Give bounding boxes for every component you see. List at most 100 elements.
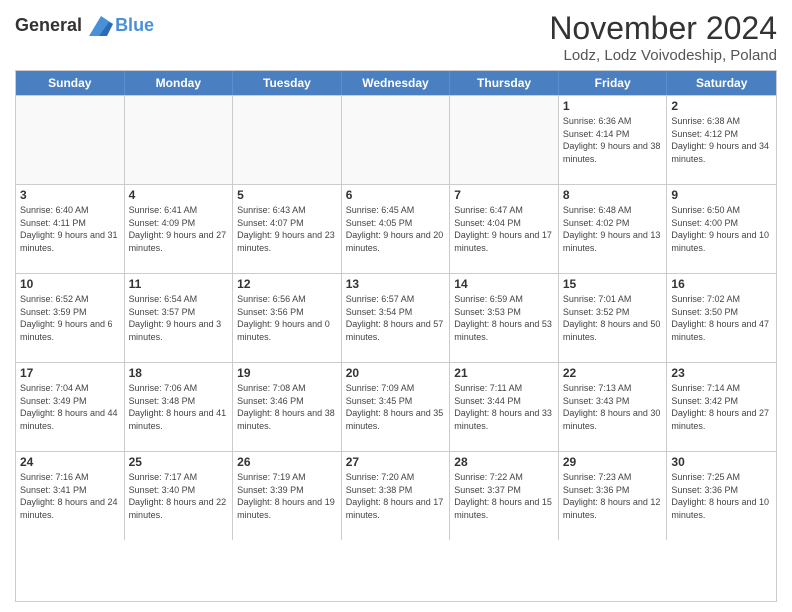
day-info: Sunrise: 6:38 AMSunset: 4:12 PMDaylight:… xyxy=(671,115,772,165)
day-info: Sunrise: 7:02 AMSunset: 3:50 PMDaylight:… xyxy=(671,293,772,343)
calendar-body: 1 Sunrise: 6:36 AMSunset: 4:14 PMDaylight… xyxy=(16,95,776,540)
calendar-cell: 27 Sunrise: 7:20 AMSunset: 3:38 PMDayligh… xyxy=(342,452,451,540)
day-info: Sunrise: 6:41 AMSunset: 4:09 PMDaylight:… xyxy=(129,204,229,254)
page-subtitle: Lodz, Lodz Voivodeship, Poland xyxy=(549,47,777,64)
calendar-cell: 17 Sunrise: 7:04 AMSunset: 3:49 PMDayligh… xyxy=(16,363,125,451)
logo-general: General xyxy=(15,15,82,35)
day-of-week-thursday: Thursday xyxy=(450,71,559,95)
day-number: 14 xyxy=(454,277,554,291)
day-info: Sunrise: 6:54 AMSunset: 3:57 PMDaylight:… xyxy=(129,293,229,343)
calendar-cell xyxy=(233,96,342,184)
day-of-week-saturday: Saturday xyxy=(667,71,776,95)
day-number: 25 xyxy=(129,455,229,469)
calendar-cell: 29 Sunrise: 7:23 AMSunset: 3:36 PMDayligh… xyxy=(559,452,668,540)
day-info: Sunrise: 7:06 AMSunset: 3:48 PMDaylight:… xyxy=(129,382,229,432)
day-number: 13 xyxy=(346,277,446,291)
calendar-cell: 4 Sunrise: 6:41 AMSunset: 4:09 PMDaylight… xyxy=(125,185,234,273)
calendar-cell: 1 Sunrise: 6:36 AMSunset: 4:14 PMDaylight… xyxy=(559,96,668,184)
calendar-cell: 18Sunrise: 7:06 AMSunset: 3:48 PMDayligh… xyxy=(125,363,234,451)
day-info: Sunrise: 7:14 AMSunset: 3:42 PMDaylight:… xyxy=(671,382,772,432)
calendar-cell: 12 Sunrise: 6:56 AMSunset: 3:56 PMDayligh… xyxy=(233,274,342,362)
day-info: Sunrise: 7:09 AMSunset: 3:45 PMDaylight:… xyxy=(346,382,446,432)
day-info: Sunrise: 6:48 AMSunset: 4:02 PMDaylight:… xyxy=(563,204,663,254)
calendar-cell: 9 Sunrise: 6:50 AMSunset: 4:00 PMDaylight… xyxy=(667,185,776,273)
day-number: 3 xyxy=(20,188,120,202)
calendar-cell xyxy=(16,96,125,184)
day-number: 17 xyxy=(20,366,120,380)
calendar-cell: 11 Sunrise: 6:54 AMSunset: 3:57 PMDayligh… xyxy=(125,274,234,362)
header: General Blue November 2024 Lodz, Lodz Vo… xyxy=(15,10,777,64)
day-info: Sunrise: 7:25 AMSunset: 3:36 PMDaylight:… xyxy=(671,471,772,521)
day-number: 27 xyxy=(346,455,446,469)
calendar-cell: 10Sunrise: 6:52 AMSunset: 3:59 PMDayligh… xyxy=(16,274,125,362)
day-number: 10 xyxy=(20,277,120,291)
calendar-cell: 15 Sunrise: 7:01 AMSunset: 3:52 PMDayligh… xyxy=(559,274,668,362)
day-info: Sunrise: 7:23 AMSunset: 3:36 PMDaylight:… xyxy=(563,471,663,521)
logo: General Blue xyxy=(15,14,154,38)
day-number: 7 xyxy=(454,188,554,202)
day-number: 6 xyxy=(346,188,446,202)
day-number: 8 xyxy=(563,188,663,202)
calendar-cell: 19 Sunrise: 7:08 AMSunset: 3:46 PMDayligh… xyxy=(233,363,342,451)
calendar-cell: 5 Sunrise: 6:43 AMSunset: 4:07 PMDaylight… xyxy=(233,185,342,273)
day-info: Sunrise: 7:11 AMSunset: 3:44 PMDaylight:… xyxy=(454,382,554,432)
calendar-cell xyxy=(450,96,559,184)
calendar-cell xyxy=(342,96,451,184)
day-of-week-monday: Monday xyxy=(125,71,234,95)
calendar-cell: 21Sunrise: 7:11 AMSunset: 3:44 PMDayligh… xyxy=(450,363,559,451)
calendar-cell: 28Sunrise: 7:22 AMSunset: 3:37 PMDayligh… xyxy=(450,452,559,540)
day-info: Sunrise: 6:59 AMSunset: 3:53 PMDaylight:… xyxy=(454,293,554,343)
day-info: Sunrise: 7:19 AMSunset: 3:39 PMDaylight:… xyxy=(237,471,337,521)
calendar-cell: 14 Sunrise: 6:59 AMSunset: 3:53 PMDayligh… xyxy=(450,274,559,362)
calendar-header: SundayMondayTuesdayWednesdayThursdayFrid… xyxy=(16,71,776,95)
day-number: 19 xyxy=(237,366,337,380)
title-section: November 2024 Lodz, Lodz Voivodeship, Po… xyxy=(549,10,777,64)
calendar-cell: 7 Sunrise: 6:47 AMSunset: 4:04 PMDaylight… xyxy=(450,185,559,273)
calendar-week-1: 1 Sunrise: 6:36 AMSunset: 4:14 PMDaylight… xyxy=(16,95,776,184)
day-number: 22 xyxy=(563,366,663,380)
calendar-cell: 24Sunrise: 7:16 AMSunset: 3:41 PMDayligh… xyxy=(16,452,125,540)
day-info: Sunrise: 7:20 AMSunset: 3:38 PMDaylight:… xyxy=(346,471,446,521)
calendar-cell: 16 Sunrise: 7:02 AMSunset: 3:50 PMDayligh… xyxy=(667,274,776,362)
calendar-cell xyxy=(125,96,234,184)
day-info: Sunrise: 7:08 AMSunset: 3:46 PMDaylight:… xyxy=(237,382,337,432)
day-number: 4 xyxy=(129,188,229,202)
day-number: 2 xyxy=(671,99,772,113)
calendar-cell: 13 Sunrise: 6:57 AMSunset: 3:54 PMDayligh… xyxy=(342,274,451,362)
calendar-cell: 2 Sunrise: 6:38 AMSunset: 4:12 PMDaylight… xyxy=(667,96,776,184)
calendar: SundayMondayTuesdayWednesdayThursdayFrid… xyxy=(15,70,777,602)
day-number: 16 xyxy=(671,277,772,291)
day-number: 15 xyxy=(563,277,663,291)
calendar-cell: 26 Sunrise: 7:19 AMSunset: 3:39 PMDayligh… xyxy=(233,452,342,540)
day-info: Sunrise: 7:01 AMSunset: 3:52 PMDaylight:… xyxy=(563,293,663,343)
day-number: 5 xyxy=(237,188,337,202)
day-number: 29 xyxy=(563,455,663,469)
day-number: 11 xyxy=(129,277,229,291)
day-info: Sunrise: 7:16 AMSunset: 3:41 PMDaylight:… xyxy=(20,471,120,521)
calendar-cell: 23Sunrise: 7:14 AMSunset: 3:42 PMDayligh… xyxy=(667,363,776,451)
calendar-week-3: 10Sunrise: 6:52 AMSunset: 3:59 PMDayligh… xyxy=(16,273,776,362)
day-info: Sunrise: 6:50 AMSunset: 4:00 PMDaylight:… xyxy=(671,204,772,254)
day-of-week-tuesday: Tuesday xyxy=(233,71,342,95)
day-info: Sunrise: 7:22 AMSunset: 3:37 PMDaylight:… xyxy=(454,471,554,521)
calendar-cell: 3 Sunrise: 6:40 AMSunset: 4:11 PMDaylight… xyxy=(16,185,125,273)
day-info: Sunrise: 7:04 AMSunset: 3:49 PMDaylight:… xyxy=(20,382,120,432)
day-info: Sunrise: 6:47 AMSunset: 4:04 PMDaylight:… xyxy=(454,204,554,254)
day-info: Sunrise: 6:43 AMSunset: 4:07 PMDaylight:… xyxy=(237,204,337,254)
day-of-week-sunday: Sunday xyxy=(16,71,125,95)
page: General Blue November 2024 Lodz, Lodz Vo… xyxy=(0,0,792,612)
calendar-cell: 22Sunrise: 7:13 AMSunset: 3:43 PMDayligh… xyxy=(559,363,668,451)
day-number: 1 xyxy=(563,99,663,113)
calendar-cell: 8 Sunrise: 6:48 AMSunset: 4:02 PMDaylight… xyxy=(559,185,668,273)
day-info: Sunrise: 6:45 AMSunset: 4:05 PMDaylight:… xyxy=(346,204,446,254)
day-info: Sunrise: 6:36 AMSunset: 4:14 PMDaylight:… xyxy=(563,115,663,165)
day-of-week-friday: Friday xyxy=(559,71,668,95)
day-number: 12 xyxy=(237,277,337,291)
day-number: 30 xyxy=(671,455,772,469)
day-number: 26 xyxy=(237,455,337,469)
day-info: Sunrise: 6:57 AMSunset: 3:54 PMDaylight:… xyxy=(346,293,446,343)
day-info: Sunrise: 6:40 AMSunset: 4:11 PMDaylight:… xyxy=(20,204,120,254)
calendar-cell: 20Sunrise: 7:09 AMSunset: 3:45 PMDayligh… xyxy=(342,363,451,451)
day-info: Sunrise: 6:56 AMSunset: 3:56 PMDaylight:… xyxy=(237,293,337,343)
day-number: 9 xyxy=(671,188,772,202)
